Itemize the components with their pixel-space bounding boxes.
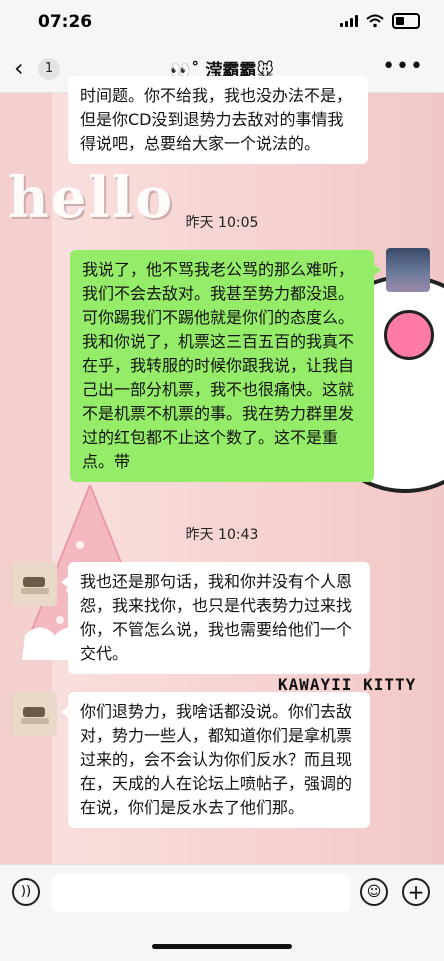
message-bubble-incoming[interactable]: 我也还是那句话，我和你并没有个人恩怨，我来找你，也只是代表势力过来找你，不管怎么… xyxy=(61,562,370,674)
message-timestamp: 昨天 10:43 xyxy=(185,527,259,543)
signal-icon xyxy=(340,15,358,27)
self-avatar[interactable] xyxy=(386,248,430,292)
message-bubble-incoming[interactable]: 你们退势力，我啥话都没说。你们去敌对，势力一些人，都知道你们是拿机票过来的，会不… xyxy=(61,692,370,828)
battery-icon xyxy=(392,13,420,29)
contact-avatar[interactable] xyxy=(13,692,57,736)
emoji-icon[interactable]: ☺ xyxy=(360,878,388,906)
voice-icon[interactable]: )) xyxy=(12,878,40,906)
message-timestamp: 昨天 10:05 xyxy=(185,215,259,231)
more-ellipsis-icon[interactable]: ••• xyxy=(382,54,424,79)
wifi-icon xyxy=(366,14,384,28)
plus-icon[interactable]: + xyxy=(402,878,430,906)
message-input[interactable] xyxy=(52,874,350,912)
home-indicator xyxy=(152,944,292,949)
status-time: 07:26 xyxy=(38,12,93,32)
wallpaper-kitty-bow xyxy=(384,310,434,360)
status-bar: 07:26 xyxy=(0,0,444,44)
message-bubble-outgoing[interactable]: 我说了，他不骂我老公骂的那么难听，我们不会去敌对。我甚至势力都没退。可你踢我们不… xyxy=(70,250,381,482)
status-icons xyxy=(340,13,420,29)
contact-avatar[interactable] xyxy=(13,562,57,606)
message-bubble-incoming[interactable]: 时间题。你不给我，我也没办法不是，但是你CD没到退势力去敌对的事情我得说吧，总要… xyxy=(68,76,368,164)
